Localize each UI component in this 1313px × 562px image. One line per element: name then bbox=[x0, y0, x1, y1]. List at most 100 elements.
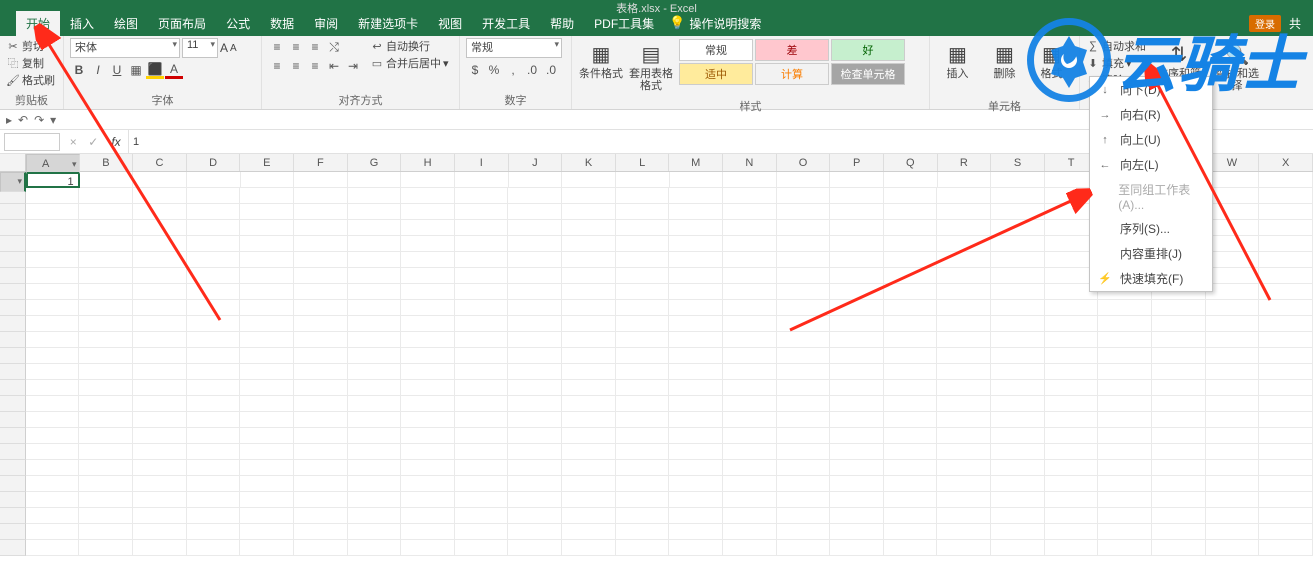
cell[interactable] bbox=[240, 476, 294, 492]
cell[interactable] bbox=[616, 284, 670, 300]
border-button[interactable]: ▦ bbox=[127, 61, 145, 79]
cell[interactable] bbox=[1045, 348, 1099, 364]
cell[interactable] bbox=[1206, 540, 1260, 556]
cell[interactable] bbox=[79, 204, 133, 220]
cell[interactable] bbox=[616, 460, 670, 476]
cell[interactable] bbox=[937, 524, 991, 540]
cell[interactable] bbox=[723, 444, 777, 460]
cell[interactable] bbox=[616, 220, 670, 236]
cell[interactable] bbox=[723, 284, 777, 300]
conditional-format-button[interactable]: ▦ 条件格式 bbox=[578, 38, 624, 98]
cell[interactable] bbox=[884, 348, 938, 364]
cell[interactable] bbox=[669, 412, 723, 428]
cell[interactable] bbox=[133, 332, 187, 348]
cell[interactable] bbox=[723, 476, 777, 492]
cell[interactable] bbox=[187, 332, 241, 348]
cell[interactable] bbox=[562, 332, 616, 348]
cell[interactable] bbox=[508, 444, 562, 460]
cell[interactable] bbox=[884, 476, 938, 492]
cell[interactable] bbox=[937, 284, 991, 300]
cell[interactable] bbox=[884, 268, 938, 284]
cell[interactable] bbox=[616, 204, 670, 220]
cell[interactable] bbox=[830, 396, 884, 412]
cell[interactable] bbox=[187, 284, 241, 300]
cell[interactable] bbox=[401, 268, 455, 284]
tab-data[interactable]: 数据 bbox=[260, 11, 304, 36]
tab-custom[interactable]: 新建选项卡 bbox=[348, 11, 428, 36]
cell[interactable] bbox=[240, 396, 294, 412]
cell[interactable] bbox=[562, 236, 616, 252]
cell[interactable] bbox=[26, 428, 80, 444]
cell[interactable] bbox=[830, 268, 884, 284]
cell[interactable] bbox=[884, 220, 938, 236]
align-top-icon[interactable]: ≡ bbox=[268, 38, 286, 56]
cell[interactable] bbox=[294, 236, 348, 252]
percent-icon[interactable]: % bbox=[485, 61, 503, 79]
cell[interactable] bbox=[79, 380, 133, 396]
indent-inc-icon[interactable]: ⇥ bbox=[344, 57, 362, 75]
cell[interactable] bbox=[777, 476, 831, 492]
cell[interactable] bbox=[1098, 364, 1152, 380]
cell[interactable] bbox=[508, 348, 562, 364]
cell[interactable] bbox=[669, 284, 723, 300]
cell[interactable] bbox=[26, 380, 80, 396]
cell[interactable] bbox=[401, 396, 455, 412]
cell[interactable] bbox=[401, 380, 455, 396]
col-header-K[interactable]: K bbox=[562, 154, 616, 171]
merge-center-button[interactable]: ▭合并后居中 ▾ bbox=[370, 55, 449, 71]
cell[interactable] bbox=[562, 428, 616, 444]
italic-button[interactable]: I bbox=[89, 61, 107, 79]
row-header[interactable] bbox=[0, 316, 26, 332]
cell[interactable] bbox=[884, 252, 938, 268]
cell[interactable] bbox=[294, 508, 348, 524]
cell[interactable] bbox=[777, 444, 831, 460]
cell[interactable] bbox=[991, 460, 1045, 476]
cell[interactable] bbox=[616, 332, 670, 348]
cell[interactable] bbox=[241, 172, 295, 188]
cell[interactable] bbox=[133, 188, 187, 204]
cell[interactable] bbox=[455, 412, 509, 428]
col-header-M[interactable]: M bbox=[669, 154, 723, 171]
cell[interactable] bbox=[79, 236, 133, 252]
cell[interactable] bbox=[508, 540, 562, 556]
cell[interactable] bbox=[616, 492, 670, 508]
font-name-select[interactable]: 宋体 bbox=[70, 38, 180, 58]
cell[interactable] bbox=[937, 460, 991, 476]
cell[interactable] bbox=[991, 252, 1045, 268]
cell[interactable] bbox=[348, 540, 402, 556]
cell[interactable] bbox=[616, 300, 670, 316]
cell[interactable] bbox=[669, 220, 723, 236]
cell[interactable] bbox=[455, 332, 509, 348]
cell[interactable] bbox=[937, 300, 991, 316]
cell[interactable] bbox=[830, 540, 884, 556]
cell[interactable] bbox=[348, 396, 402, 412]
cell[interactable] bbox=[669, 316, 723, 332]
cell[interactable] bbox=[133, 428, 187, 444]
cell[interactable] bbox=[991, 204, 1045, 220]
cell[interactable] bbox=[508, 220, 562, 236]
cell[interactable] bbox=[401, 252, 455, 268]
cell[interactable] bbox=[830, 364, 884, 380]
cell[interactable] bbox=[1206, 188, 1260, 204]
cell[interactable] bbox=[1098, 396, 1152, 412]
cell[interactable] bbox=[240, 236, 294, 252]
cell[interactable] bbox=[884, 460, 938, 476]
fill-right-item[interactable]: →向右(R) bbox=[1090, 102, 1212, 127]
cell[interactable] bbox=[777, 172, 831, 188]
cell[interactable] bbox=[1045, 300, 1099, 316]
cell[interactable] bbox=[79, 540, 133, 556]
cell[interactable] bbox=[1206, 172, 1260, 188]
cell[interactable] bbox=[348, 284, 402, 300]
cell[interactable] bbox=[26, 220, 80, 236]
cell[interactable] bbox=[240, 524, 294, 540]
cell[interactable] bbox=[79, 460, 133, 476]
cell[interactable] bbox=[1206, 380, 1260, 396]
cell[interactable] bbox=[937, 348, 991, 364]
cell[interactable] bbox=[294, 364, 348, 380]
cell[interactable] bbox=[401, 204, 455, 220]
cell[interactable] bbox=[1206, 252, 1260, 268]
row-header[interactable] bbox=[0, 396, 26, 412]
cell[interactable] bbox=[240, 300, 294, 316]
cell[interactable] bbox=[294, 268, 348, 284]
cell[interactable] bbox=[1206, 412, 1260, 428]
